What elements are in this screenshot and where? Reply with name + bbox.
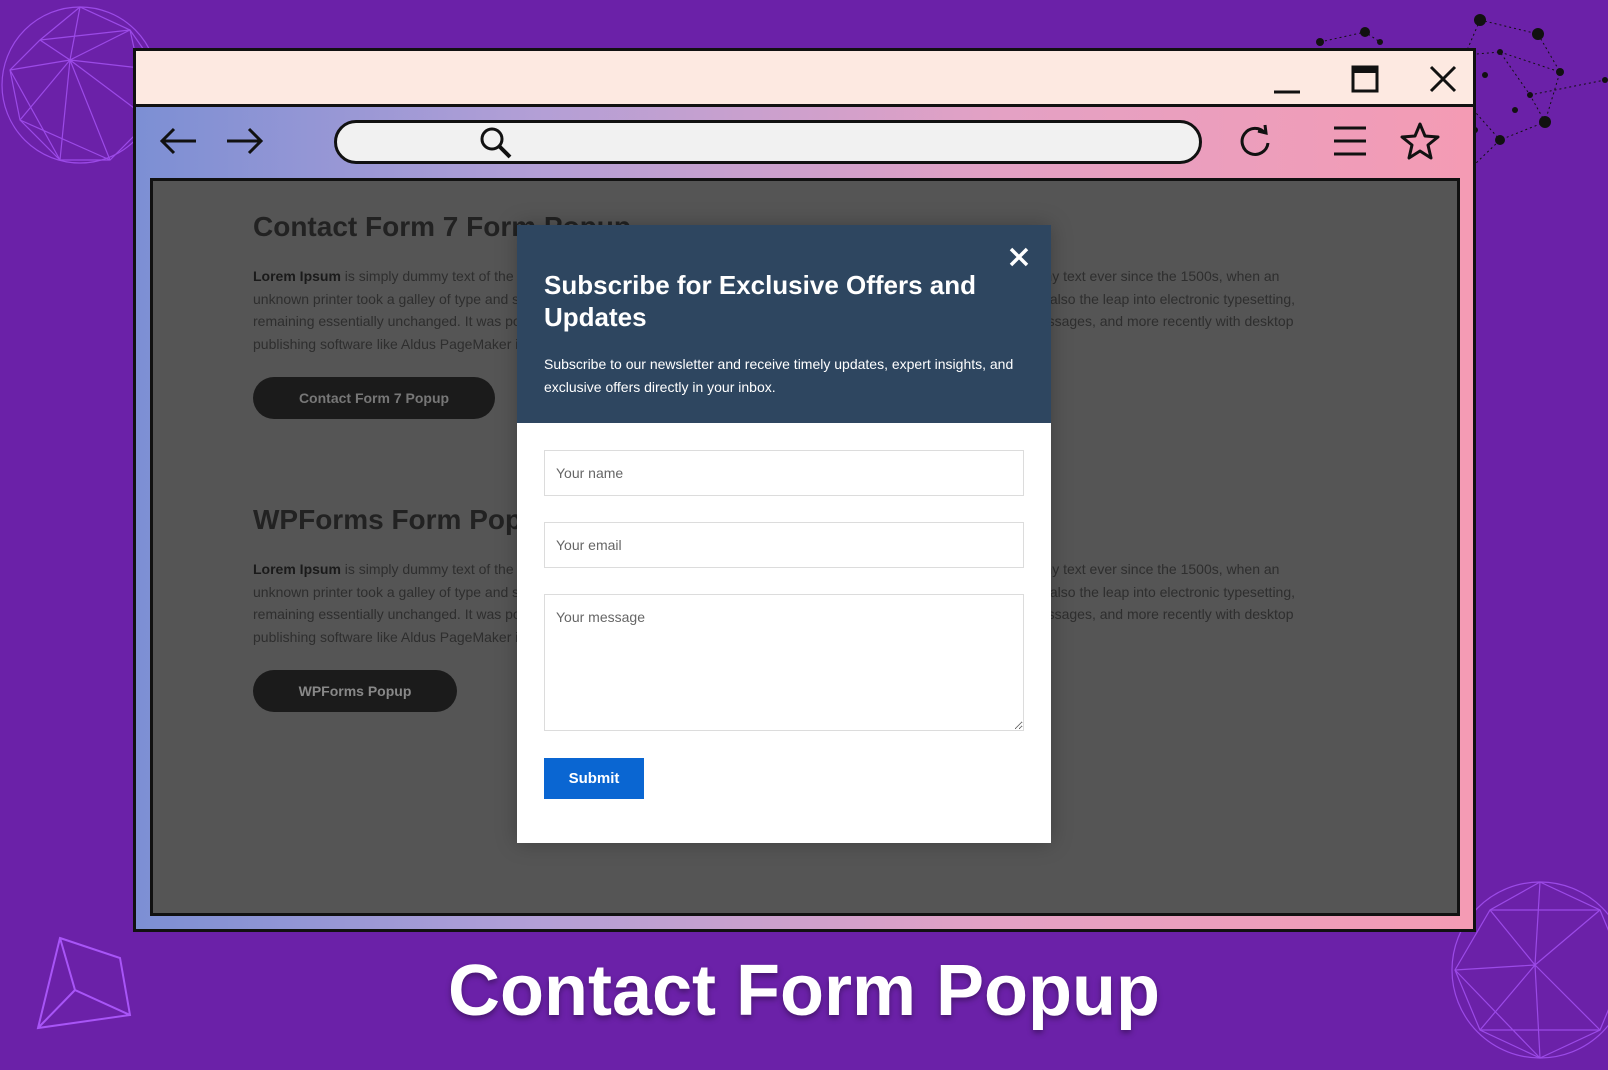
- modal-form: Submit: [517, 423, 1051, 799]
- modal-description: Subscribe to our newsletter and receive …: [544, 356, 1014, 395]
- close-window-button[interactable]: [1423, 61, 1463, 97]
- section-lead: Lorem Ipsum: [253, 268, 341, 284]
- section-lead: Lorem Ipsum: [253, 561, 341, 577]
- browser-toolbar: [136, 107, 1473, 177]
- address-input[interactable]: [527, 129, 1167, 155]
- caption-title: Contact Form Popup: [448, 951, 1160, 1031]
- close-icon: [1429, 65, 1457, 93]
- page-viewport: Contact Form 7 Form Popup Lorem Ipsum is…: [150, 178, 1460, 916]
- browser-window: Contact Form 7 Form Popup Lorem Ipsum is…: [133, 48, 1476, 932]
- reload-button[interactable]: [1233, 121, 1277, 161]
- search-icon: [479, 126, 513, 165]
- bookmark-button[interactable]: [1398, 121, 1442, 161]
- submit-button[interactable]: Submit: [544, 758, 644, 799]
- name-field[interactable]: [544, 450, 1024, 496]
- maximize-icon: [1351, 65, 1379, 93]
- maximize-button[interactable]: [1345, 61, 1385, 97]
- contact-form-7-popup-button[interactable]: Contact Form 7 Popup: [253, 377, 495, 419]
- minimize-button[interactable]: [1267, 61, 1307, 97]
- email-field[interactable]: [544, 522, 1024, 568]
- modal-close-button[interactable]: [1005, 243, 1033, 271]
- modal-header: Subscribe for Exclusive Offers and Updat…: [517, 225, 1051, 423]
- arrow-left-icon: [159, 127, 196, 155]
- back-button[interactable]: [156, 121, 200, 161]
- subscribe-modal: Subscribe for Exclusive Offers and Updat…: [517, 225, 1051, 843]
- wpforms-popup-button[interactable]: WPForms Popup: [253, 670, 457, 712]
- message-field[interactable]: [544, 594, 1024, 731]
- forward-button[interactable]: [223, 121, 267, 161]
- title-bar: [136, 51, 1473, 107]
- star-icon: [1400, 122, 1440, 160]
- reload-icon: [1240, 124, 1270, 156]
- address-bar[interactable]: [334, 120, 1202, 164]
- close-icon: [1009, 247, 1029, 267]
- arrow-right-icon: [227, 127, 264, 155]
- menu-button[interactable]: [1328, 121, 1372, 161]
- minimize-icon: [1274, 90, 1300, 94]
- modal-title: Subscribe for Exclusive Offers and Updat…: [544, 270, 977, 332]
- hamburger-menu-icon: [1334, 126, 1366, 156]
